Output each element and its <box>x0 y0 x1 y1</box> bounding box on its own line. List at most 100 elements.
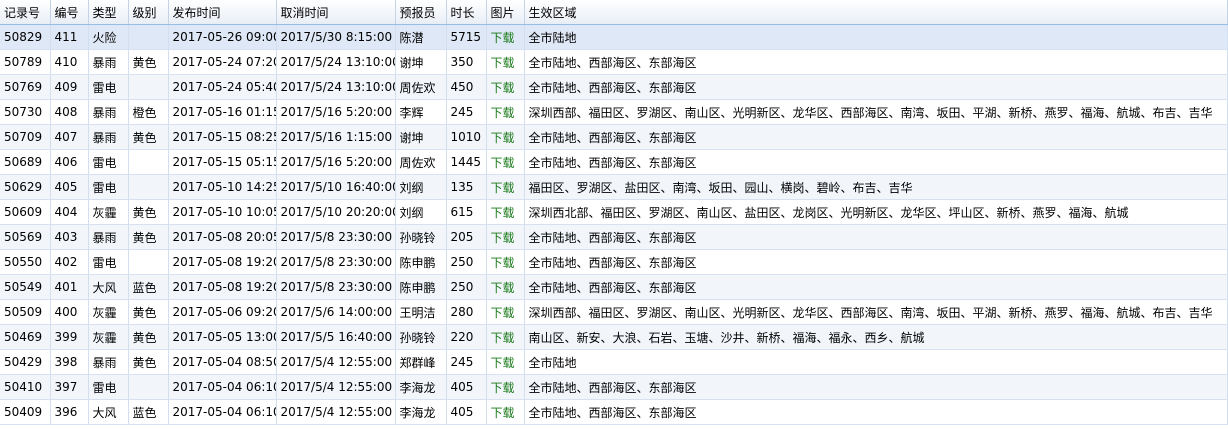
column-header-area[interactable]: 生效区域 <box>524 0 1228 25</box>
download-link[interactable]: 下载 <box>486 399 525 425</box>
warning-number-cell: 404 <box>50 199 89 225</box>
duration-cell: 250 <box>446 249 487 275</box>
warning-level-cell <box>128 74 169 100</box>
download-link[interactable]: 下载 <box>486 249 525 275</box>
warning-type-cell: 雷电 <box>88 374 129 400</box>
warning-type-cell: 暴雨 <box>88 349 129 375</box>
table-row[interactable]: 50769 409 雷电 2017-05-24 05:40 2017/5/24 13:1… <box>0 74 1228 100</box>
duration-cell: 250 <box>446 274 487 300</box>
duration-cell: 615 <box>446 199 487 225</box>
effective-area-cell: 深圳西部、福田区、罗湖区、南山区、光明新区、龙华区、西部海区、南湾、坂田、平湖、… <box>524 299 1228 325</box>
table-row[interactable]: 50429 398 暴雨 黄色 2017-05-04 08:50 2017/5/4 12:… <box>0 349 1228 375</box>
cancel-time-cell: 2017/5/24 13:10:00 <box>276 49 396 75</box>
record-number-cell: 50429 <box>0 349 51 375</box>
warning-number-cell: 401 <box>50 274 89 300</box>
table-row[interactable]: 50509 400 灰霾 黄色 2017-05-06 09:20 2017/5/6 14:… <box>0 299 1228 325</box>
table-row[interactable]: 50469 399 灰霾 黄色 2017-05-05 13:00 2017/5/5 16:… <box>0 324 1228 350</box>
download-link[interactable]: 下载 <box>486 49 525 75</box>
effective-area-cell: 全市陆地、西部海区、东部海区 <box>524 149 1228 175</box>
publish-time-cell: 2017-05-24 07:20 <box>168 49 277 75</box>
download-link[interactable]: 下载 <box>486 224 525 250</box>
warning-records-table: 记录号 编号 类型 级别 发布时间 取消时间 预报员 时长 图片 生效区域 50… <box>0 0 1228 425</box>
download-link[interactable]: 下载 <box>486 74 525 100</box>
forecaster-cell: 李辉 <box>395 99 447 125</box>
warning-type-cell: 暴雨 <box>88 49 129 75</box>
warning-level-cell: 黄色 <box>128 224 169 250</box>
forecaster-cell: 李海龙 <box>395 399 447 425</box>
forecaster-cell: 陈申鹏 <box>395 274 447 300</box>
download-link[interactable]: 下载 <box>486 199 525 225</box>
forecaster-cell: 刘纲 <box>395 199 447 225</box>
cancel-time-cell: 2017/5/8 23:30:00 <box>276 274 396 300</box>
column-header-publish-time[interactable]: 发布时间 <box>168 0 277 25</box>
download-link[interactable]: 下载 <box>486 299 525 325</box>
warning-number-cell: 396 <box>50 399 89 425</box>
column-header-forecaster[interactable]: 预报员 <box>395 0 447 25</box>
record-number-cell: 50829 <box>0 24 51 50</box>
table-row[interactable]: 50829 411 火险 2017-05-26 09:00 2017/5/30 8:15… <box>0 24 1228 50</box>
warning-type-cell: 暴雨 <box>88 99 129 125</box>
warning-type-cell: 暴雨 <box>88 124 129 150</box>
download-link[interactable]: 下载 <box>486 274 525 300</box>
publish-time-cell: 2017-05-15 05:15 <box>168 149 277 175</box>
cancel-time-cell: 2017/5/16 1:15:00 <box>276 124 396 150</box>
effective-area-cell: 全市陆地、西部海区、东部海区 <box>524 49 1228 75</box>
column-header-type[interactable]: 类型 <box>88 0 129 25</box>
warning-number-cell: 405 <box>50 174 89 200</box>
effective-area-cell: 全市陆地 <box>524 349 1228 375</box>
table-row[interactable]: 50549 401 大风 蓝色 2017-05-08 19:20 2017/5/8 23:… <box>0 274 1228 300</box>
cancel-time-cell: 2017/5/4 12:55:00 <box>276 374 396 400</box>
cancel-time-cell: 2017/5/10 16:40:00 <box>276 174 396 200</box>
download-link[interactable]: 下载 <box>486 24 525 50</box>
table-row[interactable]: 50609 404 灰霾 黄色 2017-05-10 10:05 2017/5/10 20… <box>0 199 1228 225</box>
column-header-duration[interactable]: 时长 <box>446 0 487 25</box>
forecaster-cell: 李海龙 <box>395 374 447 400</box>
column-header-record[interactable]: 记录号 <box>0 0 51 25</box>
forecaster-cell: 陈申鹏 <box>395 249 447 275</box>
table-row[interactable]: 50730 408 暴雨 橙色 2017-05-16 01:15 2017/5/16 5:… <box>0 99 1228 125</box>
download-link[interactable]: 下载 <box>486 124 525 150</box>
warning-number-cell: 407 <box>50 124 89 150</box>
publish-time-cell: 2017-05-08 19:20 <box>168 249 277 275</box>
warning-level-cell: 橙色 <box>128 99 169 125</box>
download-link[interactable]: 下载 <box>486 99 525 125</box>
table-row[interactable]: 50409 396 大风 蓝色 2017-05-04 06:10 2017/5/4 12:… <box>0 399 1228 425</box>
forecaster-cell: 王明洁 <box>395 299 447 325</box>
publish-time-cell: 2017-05-06 09:20 <box>168 299 277 325</box>
warning-type-cell: 火险 <box>88 24 129 50</box>
table-row[interactable]: 50629 405 雷电 2017-05-10 14:25 2017/5/10 16:4… <box>0 174 1228 200</box>
column-header-level[interactable]: 级别 <box>128 0 169 25</box>
download-link[interactable]: 下载 <box>486 174 525 200</box>
column-header-num[interactable]: 编号 <box>50 0 89 25</box>
table-row[interactable]: 50789 410 暴雨 黄色 2017-05-24 07:20 2017/5/24 13… <box>0 49 1228 75</box>
column-header-cancel-time[interactable]: 取消时间 <box>276 0 396 25</box>
warning-level-cell: 黄色 <box>128 324 169 350</box>
table-row[interactable]: 50709 407 暴雨 黄色 2017-05-15 08:25 2017/5/16 1:… <box>0 124 1228 150</box>
table-row[interactable]: 50689 406 雷电 2017-05-15 05:15 2017/5/16 5:20… <box>0 149 1228 175</box>
table-row[interactable]: 50550 402 雷电 2017-05-08 19:20 2017/5/8 23:30… <box>0 249 1228 275</box>
publish-time-cell: 2017-05-08 20:05 <box>168 224 277 250</box>
table-row[interactable]: 50410 397 雷电 2017-05-04 06:10 2017/5/4 12:55… <box>0 374 1228 400</box>
download-link[interactable]: 下载 <box>486 324 525 350</box>
cancel-time-cell: 2017/5/5 16:40:00 <box>276 324 396 350</box>
record-number-cell: 50549 <box>0 274 51 300</box>
table-row[interactable]: 50569 403 暴雨 黄色 2017-05-08 20:05 2017/5/8 23:… <box>0 224 1228 250</box>
record-number-cell: 50550 <box>0 249 51 275</box>
column-header-image[interactable]: 图片 <box>486 0 525 25</box>
publish-time-cell: 2017-05-04 06:10 <box>168 399 277 425</box>
effective-area-cell: 全市陆地、西部海区、东部海区 <box>524 124 1228 150</box>
warning-level-cell <box>128 24 169 50</box>
publish-time-cell: 2017-05-04 06:10 <box>168 374 277 400</box>
warning-type-cell: 灰霾 <box>88 299 129 325</box>
duration-cell: 280 <box>446 299 487 325</box>
download-link[interactable]: 下载 <box>486 349 525 375</box>
duration-cell: 405 <box>446 374 487 400</box>
forecaster-cell: 郑群峰 <box>395 349 447 375</box>
publish-time-cell: 2017-05-24 05:40 <box>168 74 277 100</box>
duration-cell: 220 <box>446 324 487 350</box>
cancel-time-cell: 2017/5/10 20:20:00 <box>276 199 396 225</box>
cancel-time-cell: 2017/5/4 12:55:00 <box>276 399 396 425</box>
download-link[interactable]: 下载 <box>486 149 525 175</box>
download-link[interactable]: 下载 <box>486 374 525 400</box>
duration-cell: 5715 <box>446 24 487 50</box>
